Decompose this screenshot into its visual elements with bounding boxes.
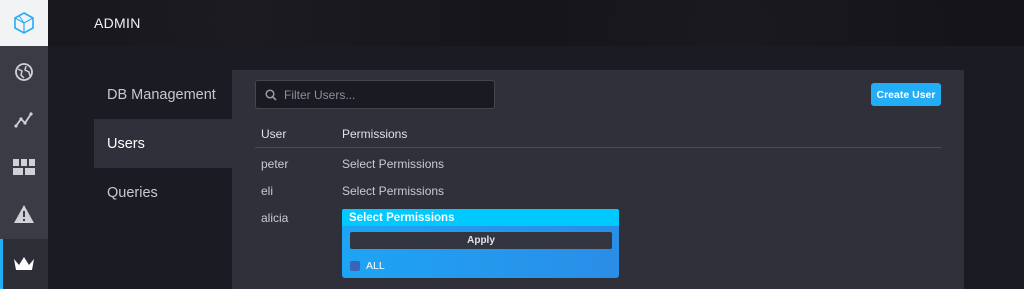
users-table: User Permissions peter Select Permission… — [255, 120, 941, 278]
permissions-select[interactable]: Select Permissions — [342, 157, 941, 171]
page-header: ADMIN — [48, 0, 1024, 46]
filter-users-box[interactable] — [255, 80, 495, 109]
tab-queries[interactable]: Queries — [94, 168, 232, 217]
crown-icon — [14, 257, 34, 270]
permissions-menu: Apply ALL — [342, 226, 619, 278]
logo-icon — [14, 12, 34, 34]
search-icon — [265, 88, 277, 101]
table-row: eli Select Permissions — [255, 177, 941, 204]
icon-sidebar — [0, 0, 48, 289]
table-row: alicia Select Permissions Apply ALL — [255, 204, 941, 278]
globe-icon — [15, 63, 33, 81]
permissions-dropdown: Select Permissions Apply ALL — [342, 209, 619, 278]
nav-hosts[interactable] — [0, 143, 48, 191]
permissions-cell: Select Permissions Apply ALL — [342, 209, 941, 278]
column-header-user: User — [261, 126, 287, 141]
nav-data-explorer[interactable] — [0, 48, 48, 96]
filter-users-input[interactable] — [284, 87, 484, 102]
page-title: ADMIN — [94, 15, 141, 31]
user-name: eli — [261, 183, 274, 198]
table-row: peter Select Permissions — [255, 150, 941, 177]
alert-icon — [14, 205, 34, 223]
permission-option-all[interactable]: ALL — [350, 260, 385, 272]
permissions-select-open[interactable]: Select Permissions — [342, 209, 619, 226]
tab-db-management[interactable]: DB Management — [94, 70, 232, 119]
table-header: User Permissions — [255, 120, 941, 148]
graph-icon — [14, 112, 33, 128]
create-user-button[interactable]: Create User — [871, 83, 941, 106]
nav-dashboards[interactable] — [0, 96, 48, 144]
checkbox[interactable] — [350, 261, 360, 271]
users-panel: Create User User Permissions peter Selec… — [232, 70, 964, 289]
admin-tabs: DB Management Users Queries — [94, 70, 232, 217]
permission-option-label: ALL — [366, 260, 385, 272]
apply-button[interactable]: Apply — [350, 232, 612, 249]
app-logo[interactable] — [0, 0, 48, 46]
column-header-permissions: Permissions — [342, 126, 408, 141]
tab-users[interactable]: Users — [94, 119, 232, 168]
user-name: alicia — [261, 210, 289, 225]
user-name: peter — [261, 156, 289, 171]
nav-admin[interactable] — [0, 239, 48, 289]
nav-alerting[interactable] — [0, 190, 48, 238]
permissions-select[interactable]: Select Permissions — [342, 184, 941, 198]
dashboard-grid-icon — [13, 159, 35, 175]
